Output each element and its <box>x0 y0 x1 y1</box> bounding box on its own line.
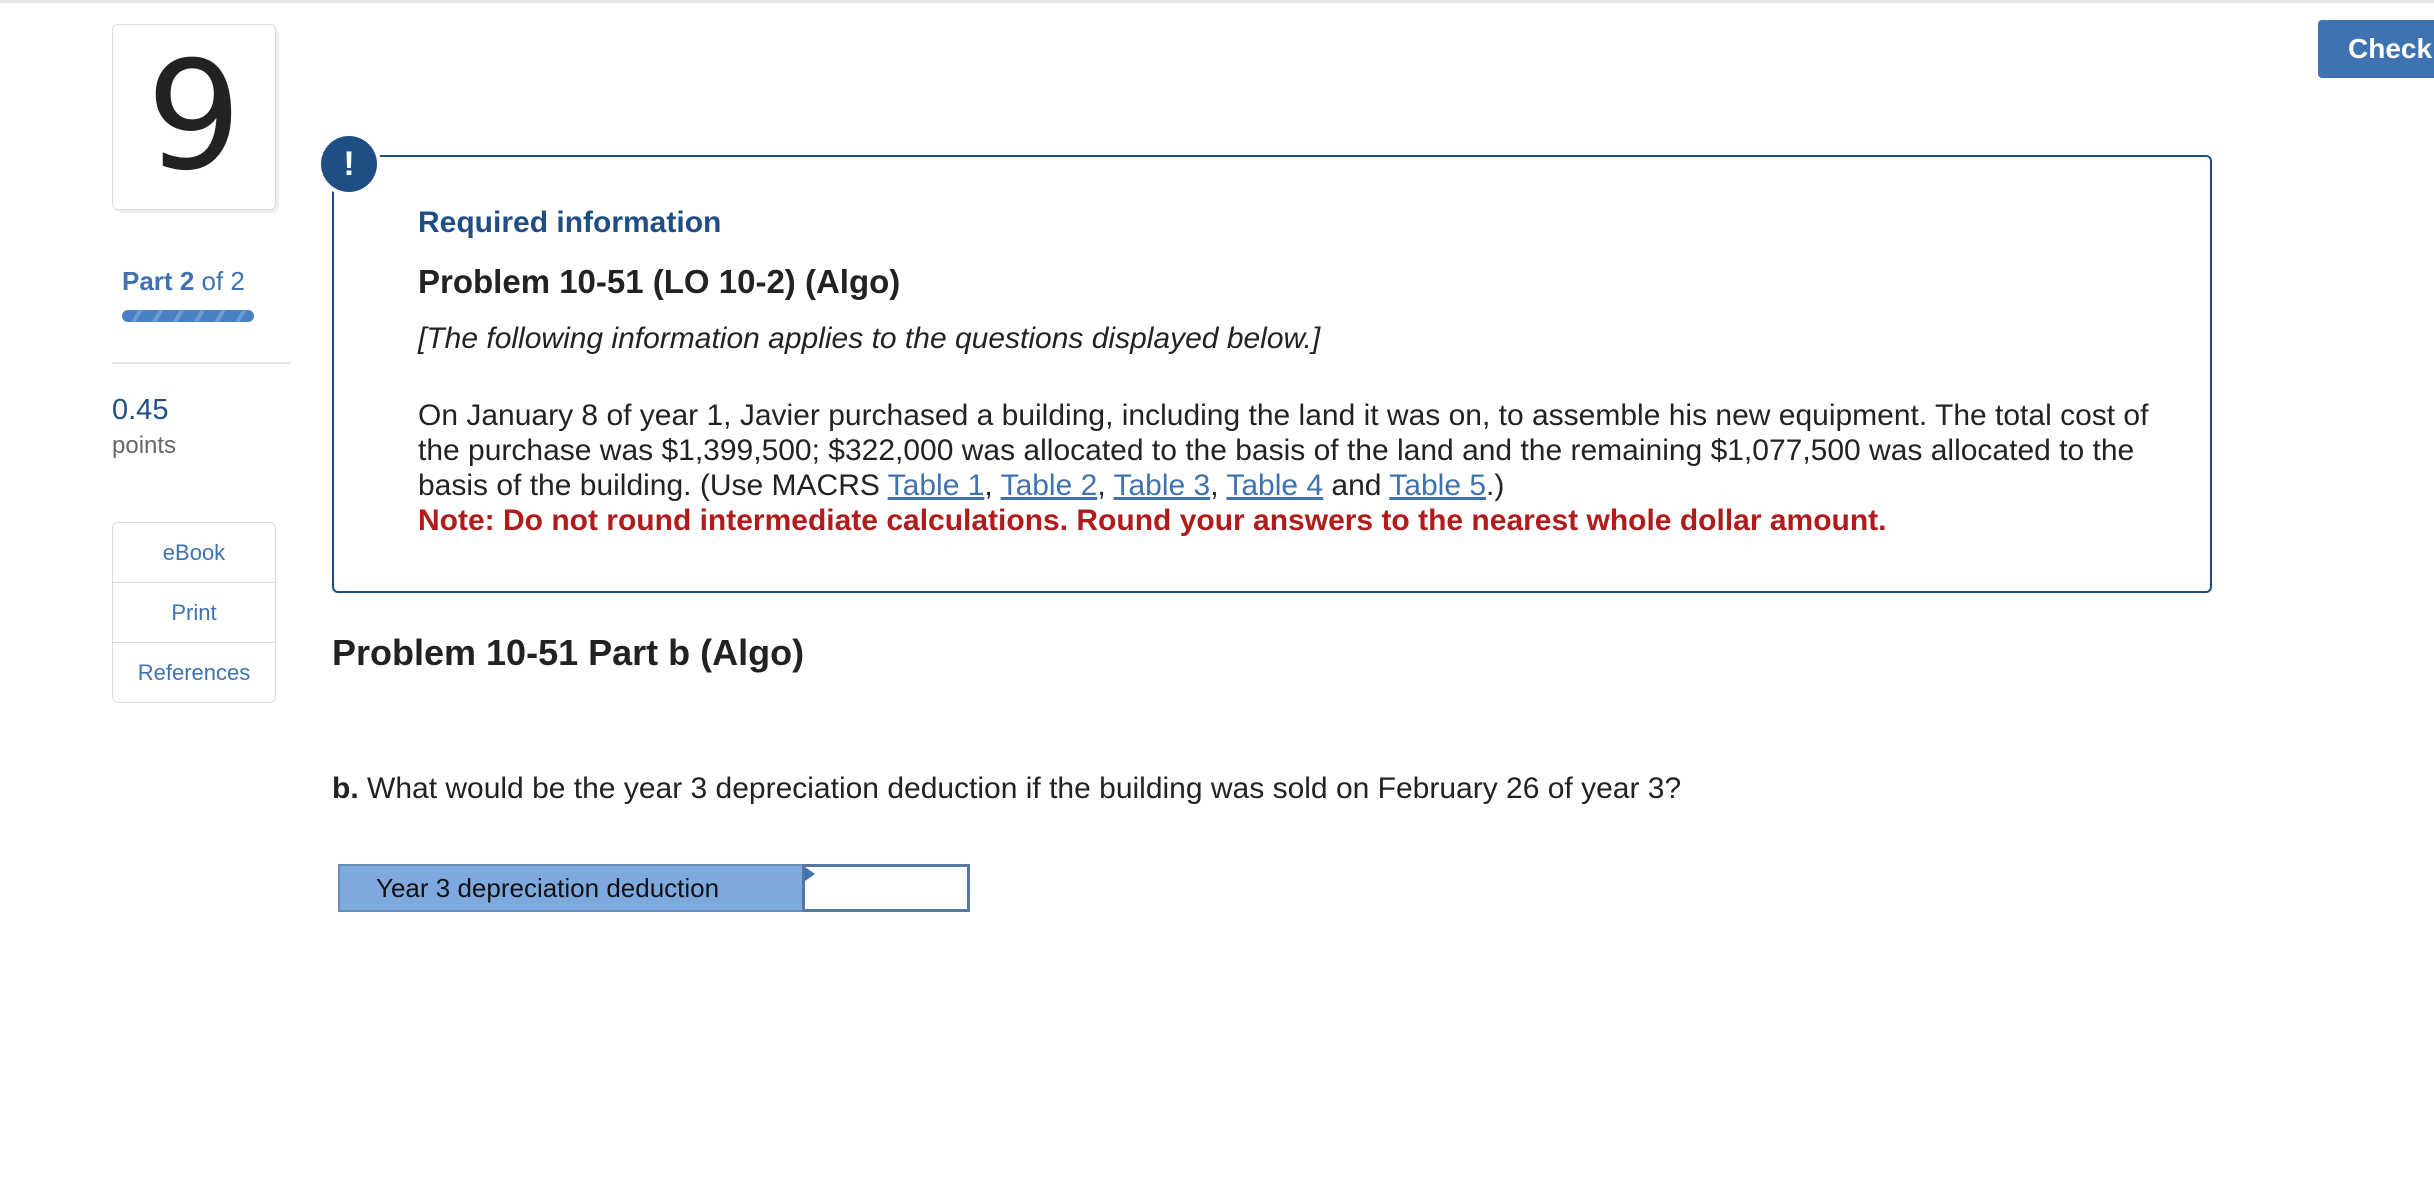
table-2-link[interactable]: Table 2 <box>1001 469 1098 502</box>
answer-label: Year 3 depreciation deduction <box>338 864 802 912</box>
problem-body: On January 8 of year 1, Javier purchased… <box>418 398 2178 538</box>
part-prefix: Part <box>122 266 173 296</box>
separator: , <box>1210 469 1227 502</box>
table-1-link[interactable]: Table 1 <box>888 469 985 502</box>
print-button[interactable]: Print <box>113 583 275 643</box>
part-indicator: Part 2 of 2 <box>122 266 245 297</box>
answer-row: Year 3 depreciation deduction <box>338 864 970 912</box>
body-end: .) <box>1486 469 1505 502</box>
separator: , <box>1097 469 1114 502</box>
answer-input-cell <box>802 864 970 912</box>
rounding-note: Note: Do not round intermediate calculat… <box>418 504 1887 537</box>
references-button[interactable]: References <box>113 643 275 702</box>
points-label: points <box>112 432 177 459</box>
part-b-question: b. What would be the year 3 depreciation… <box>332 772 1681 806</box>
part-progress-bar <box>122 310 254 322</box>
question-prefix: b. <box>332 772 359 805</box>
question-number-card: 9 <box>112 24 276 210</box>
part-b-title: Problem 10-51 Part b (Algo) <box>332 632 805 673</box>
part-total: of 2 <box>201 266 245 296</box>
table-4-link[interactable]: Table 4 <box>1226 469 1323 502</box>
applies-note: [The following information applies to th… <box>418 322 1321 355</box>
part-current: 2 <box>179 266 195 296</box>
resources-panel: eBook Print References <box>112 522 276 703</box>
question-text: What would be the year 3 depreciation de… <box>358 772 1682 805</box>
ebook-button[interactable]: eBook <box>113 523 275 583</box>
sidebar-divider <box>112 362 290 364</box>
alert-icon: ! <box>321 136 377 192</box>
problem-title: Problem 10-51 (LO 10-2) (Algo) <box>418 263 901 300</box>
table-5-link[interactable]: Table 5 <box>1389 469 1486 502</box>
required-info-heading: Required information <box>418 206 722 239</box>
check-button[interactable]: Check <box>2318 20 2434 78</box>
separator: and <box>1323 469 1390 502</box>
top-divider <box>0 0 2434 3</box>
year-3-depreciation-input[interactable] <box>805 867 967 909</box>
separator: , <box>984 469 1001 502</box>
question-number: 9 <box>146 30 242 204</box>
table-3-link[interactable]: Table 3 <box>1113 469 1210 502</box>
points-value: 0.45 <box>112 394 169 426</box>
flag-icon <box>805 867 815 881</box>
